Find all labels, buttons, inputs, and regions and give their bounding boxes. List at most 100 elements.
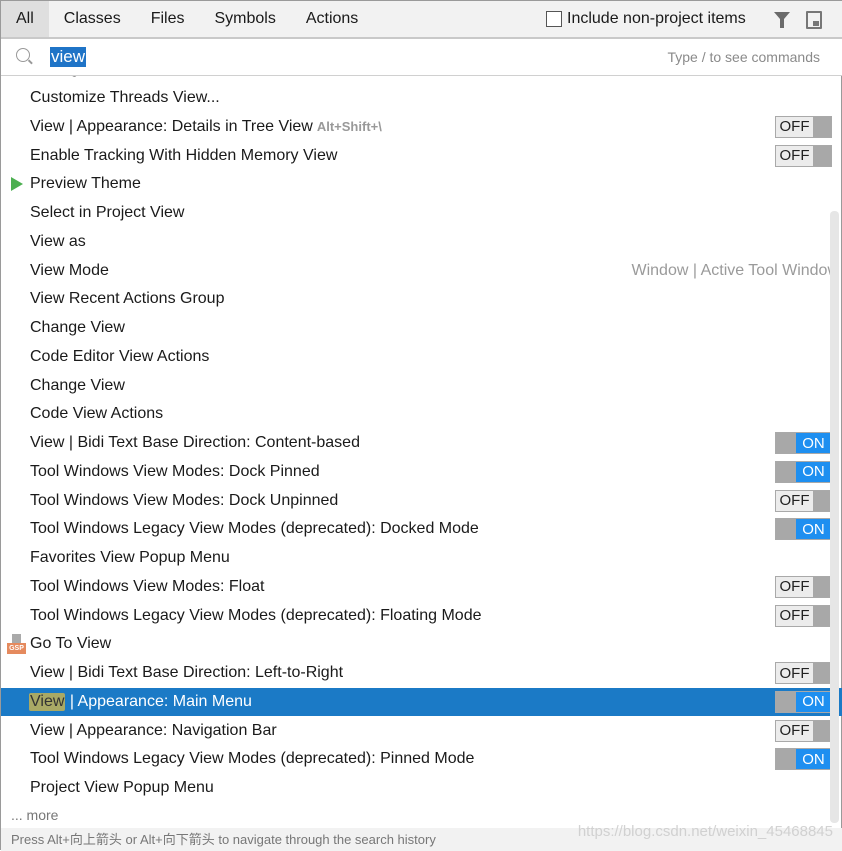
toggle-switch[interactable]: OFF bbox=[775, 662, 832, 685]
toggle-state: OFF bbox=[776, 605, 813, 626]
toggle-switch[interactable]: OFF bbox=[775, 115, 832, 138]
toggle-knob bbox=[776, 433, 796, 454]
list-item[interactable]: Change View bbox=[1, 371, 842, 400]
checkbox[interactable] bbox=[546, 11, 562, 27]
toggle-state: ON bbox=[796, 519, 831, 540]
gsp-label: GSP bbox=[7, 643, 26, 654]
item-label: Code View Actions bbox=[30, 405, 164, 423]
list-item[interactable]: Tool Windows View Modes: Dock Pinned ON bbox=[1, 458, 842, 487]
item-label: View | Appearance: Details in Tree View bbox=[30, 117, 313, 135]
toggle-knob bbox=[776, 461, 796, 482]
item-label: Change View bbox=[30, 376, 125, 394]
item-label: View | Appearance: Navigation Bar bbox=[30, 721, 277, 739]
item-label: Go To View bbox=[30, 635, 112, 653]
item-label: Code Editor View Actions bbox=[30, 347, 210, 365]
list-item[interactable]: View Recent Actions Group bbox=[1, 285, 842, 314]
item-label: Tool Windows View Modes: Dock Unpinned bbox=[30, 491, 339, 509]
toggle-state: OFF bbox=[776, 576, 813, 597]
include-non-project-checkbox[interactable]: Include non-project items bbox=[546, 10, 746, 28]
toggle-switch[interactable]: ON bbox=[775, 748, 832, 771]
item-label: Customize Threads View... bbox=[30, 89, 220, 107]
filter-icon[interactable] bbox=[773, 11, 791, 29]
toggle-switch[interactable]: OFF bbox=[775, 575, 832, 598]
item-location: Window | Active Tool Window bbox=[631, 261, 840, 279]
item-label: Tool Windows Legacy View Modes (deprecat… bbox=[30, 520, 479, 538]
toggle-switch[interactable]: ON bbox=[775, 460, 832, 483]
list-item[interactable]: View | Appearance: Details in Tree View A… bbox=[1, 113, 842, 142]
toggle-knob bbox=[813, 116, 831, 137]
list-item[interactable]: Select in Project View bbox=[1, 199, 842, 228]
toggle-state: ON bbox=[796, 433, 831, 454]
list-item[interactable]: Manage... bbox=[1, 76, 842, 84]
search-icon bbox=[16, 48, 30, 62]
list-item[interactable]: View | Bidi Text Base Direction: Left-to… bbox=[1, 659, 842, 688]
toggle-knob bbox=[813, 145, 831, 166]
more-link[interactable]: ... more bbox=[11, 807, 58, 823]
list-item[interactable]: Change View bbox=[1, 314, 842, 343]
search-input[interactable]: view bbox=[50, 47, 87, 67]
toggle-state: ON bbox=[796, 749, 831, 770]
tab-all[interactable]: All bbox=[1, 1, 49, 37]
toggle-switch[interactable]: OFF bbox=[775, 489, 832, 512]
scrollbar[interactable] bbox=[830, 211, 839, 823]
tab-actions[interactable]: Actions bbox=[291, 1, 373, 37]
toggle-switch[interactable]: OFF bbox=[775, 719, 832, 742]
list-item[interactable]: Code Editor View Actions bbox=[1, 343, 842, 372]
watermark: https://blog.csdn.net/weixin_45468845 bbox=[577, 823, 833, 840]
list-item[interactable]: Code View Actions bbox=[1, 400, 842, 429]
item-label: Tool Windows Legacy View Modes (deprecat… bbox=[30, 750, 475, 768]
item-label: Tool Windows Legacy View Modes (deprecat… bbox=[30, 606, 482, 624]
tab-files[interactable]: Files bbox=[136, 1, 200, 37]
item-label: Project View Popup Menu bbox=[30, 779, 214, 797]
toggle-knob bbox=[776, 749, 796, 770]
item-label: Favorites View Popup Menu bbox=[30, 549, 230, 567]
toggle-switch[interactable]: ON bbox=[775, 690, 832, 713]
list-item[interactable]: View as bbox=[1, 228, 842, 257]
list-item[interactable]: View | Bidi Text Base Direction: Content… bbox=[1, 429, 842, 458]
gsp-file-icon: GSP bbox=[7, 634, 26, 654]
tab-classes[interactable]: Classes bbox=[49, 1, 136, 37]
list-item[interactable]: Tool Windows View Modes: Dock Unpinned OF… bbox=[1, 486, 842, 515]
search-hint: Type / to see commands bbox=[667, 49, 820, 65]
toggle-state: ON bbox=[796, 461, 831, 482]
toggle-knob bbox=[813, 490, 831, 511]
item-label: Select in Project View bbox=[30, 204, 185, 222]
toggle-switch[interactable]: ON bbox=[775, 518, 832, 541]
item-label: Enable Tracking With Hidden Memory View bbox=[30, 146, 338, 164]
toggle-state: OFF bbox=[776, 490, 813, 511]
list-item[interactable]: Project View Popup Menu bbox=[1, 774, 842, 803]
list-item[interactable]: Tool Windows Legacy View Modes (deprecat… bbox=[1, 601, 842, 630]
list-item[interactable]: GSP Go To View bbox=[1, 630, 842, 659]
list-item[interactable]: Tool Windows Legacy View Modes (deprecat… bbox=[1, 745, 842, 774]
toggle-switch[interactable]: OFF bbox=[775, 604, 832, 627]
item-label: View | Bidi Text Base Direction: Left-to… bbox=[30, 664, 344, 682]
pin-window-icon[interactable] bbox=[806, 11, 822, 29]
item-label: Change View bbox=[30, 319, 125, 337]
list-item[interactable]: View | Appearance: Main Menu ON bbox=[1, 687, 842, 717]
toggle-state: OFF bbox=[776, 116, 813, 137]
item-label: | Appearance: Main Menu bbox=[65, 692, 252, 710]
list-item[interactable]: Tool Windows Legacy View Modes (deprecat… bbox=[1, 515, 842, 544]
toggle-state: OFF bbox=[776, 145, 813, 166]
list-item[interactable]: View | Appearance: Navigation Bar OFF bbox=[1, 716, 842, 745]
toggle-switch[interactable]: OFF bbox=[775, 144, 832, 167]
toggle-knob bbox=[813, 576, 831, 597]
list-item[interactable]: Customize Threads View... bbox=[1, 84, 842, 113]
tab-symbols[interactable]: Symbols bbox=[199, 1, 290, 37]
item-label: View as bbox=[30, 232, 86, 250]
list-item[interactable]: Preview Theme bbox=[1, 170, 842, 199]
toggle-knob bbox=[813, 663, 831, 684]
search-bar: view Type / to see commands bbox=[1, 39, 842, 76]
list-item[interactable]: Favorites View Popup Menu bbox=[1, 544, 842, 573]
include-label: Include non-project items bbox=[567, 10, 746, 27]
toggle-knob bbox=[776, 691, 796, 712]
toggle-knob bbox=[813, 605, 831, 626]
list-item[interactable]: Tool Windows View Modes: Float OFF bbox=[1, 573, 842, 602]
item-label: Manage... bbox=[30, 76, 101, 78]
list-item[interactable]: View Mode Window | Active Tool Window bbox=[1, 256, 842, 285]
match-highlight: View bbox=[29, 692, 66, 711]
toggle-switch[interactable]: ON bbox=[775, 432, 832, 455]
list-item[interactable]: Enable Tracking With Hidden Memory View O… bbox=[1, 141, 842, 170]
play-icon bbox=[11, 177, 23, 192]
toggle-state: ON bbox=[796, 691, 831, 712]
